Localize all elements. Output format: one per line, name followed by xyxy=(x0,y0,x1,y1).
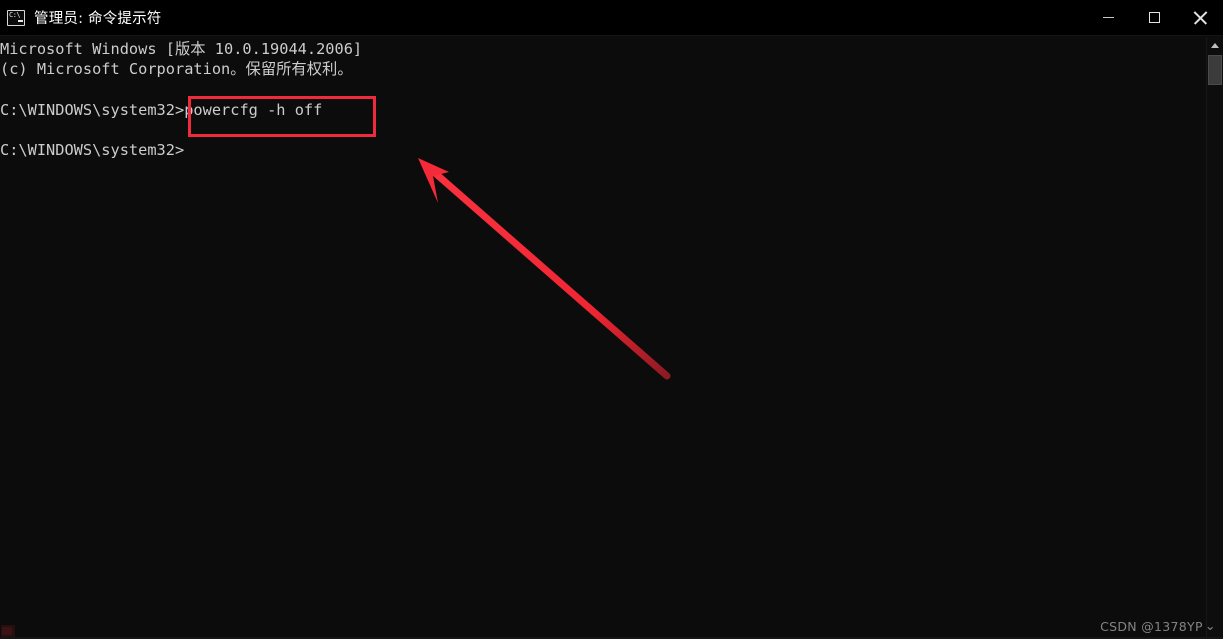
window-controls xyxy=(1085,0,1223,36)
maximize-icon xyxy=(1148,12,1160,23)
command-prompt-window: 管理员: 命令提示符 Microsoft Windows [版本 10.0.19… xyxy=(0,0,1223,639)
console-text: Microsoft Windows [版本 10.0.19044.2006] (… xyxy=(0,40,363,160)
chevron-down-icon: ⌄ xyxy=(1204,618,1216,634)
scroll-up-button[interactable] xyxy=(1207,37,1223,53)
minimize-icon xyxy=(1102,17,1114,18)
cmd-console-icon xyxy=(7,9,25,26)
scrollbar-thumb[interactable] xyxy=(1208,55,1222,85)
window-title: 管理员: 命令提示符 xyxy=(34,11,162,27)
close-icon xyxy=(1193,11,1207,25)
csdn-watermark: CSDN @1378YP ⌄ xyxy=(1100,619,1216,634)
titlebar-left-group: 管理员: 命令提示符 xyxy=(0,7,1085,28)
watermark-text: CSDN @1378YP xyxy=(1100,619,1203,634)
window-titlebar[interactable]: 管理员: 命令提示符 xyxy=(0,0,1223,36)
minimize-button[interactable] xyxy=(1085,0,1131,36)
scrollbar-track[interactable] xyxy=(1207,85,1223,639)
chevron-up-icon xyxy=(1211,42,1219,48)
maximize-button[interactable] xyxy=(1131,0,1177,36)
console-output-area[interactable]: Microsoft Windows [版本 10.0.19044.2006] (… xyxy=(0,37,1223,639)
console-scrollbar[interactable] xyxy=(1206,37,1223,639)
close-button[interactable] xyxy=(1177,0,1223,36)
